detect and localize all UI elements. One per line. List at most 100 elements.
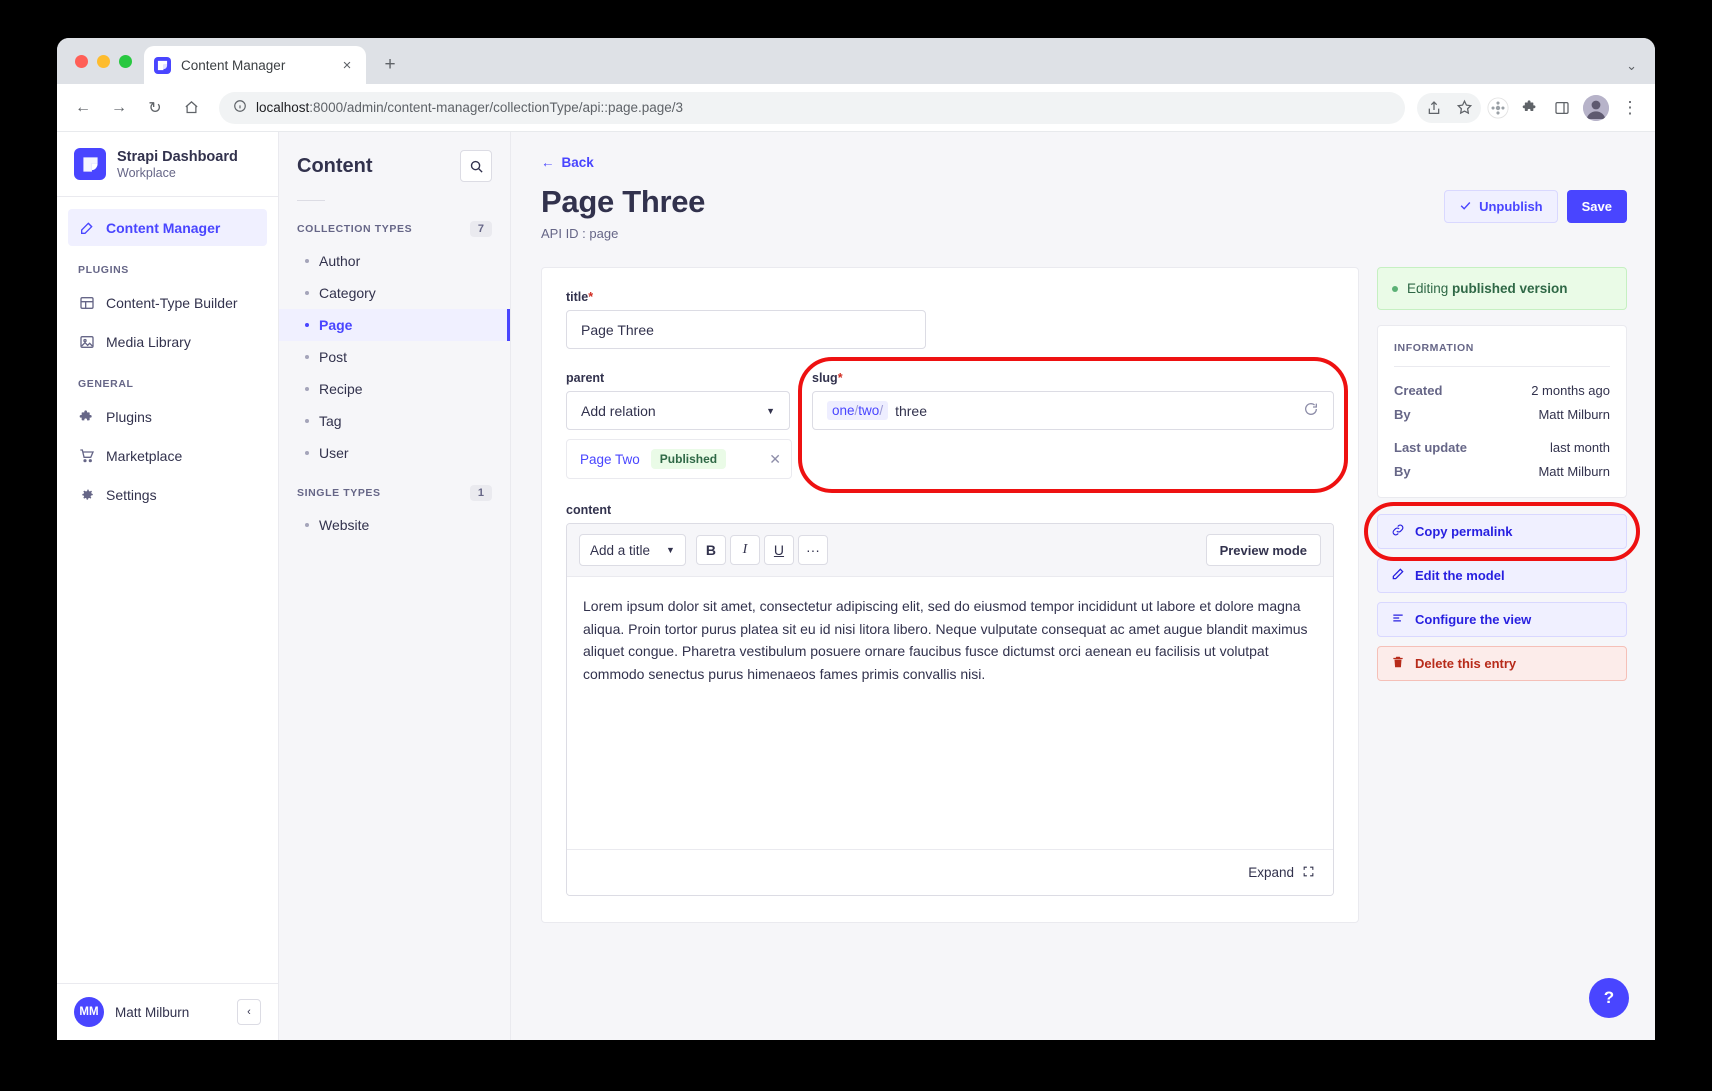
relation-chip-name[interactable]: Page Two — [580, 452, 640, 467]
header-actions: Unpublish Save — [1444, 184, 1627, 223]
list-item[interactable]: Author — [279, 245, 510, 277]
close-window-button[interactable] — [75, 54, 88, 68]
browser-toolbar: ← → ↻ localhost:8000/admin/content-manag… — [57, 84, 1655, 132]
unpublish-button-label: Unpublish — [1479, 199, 1543, 214]
chevron-down-icon: ▼ — [666, 545, 675, 555]
parent-slug-row: parent Add relation ▼ Page Two Published… — [566, 357, 1348, 493]
relation-chip[interactable]: Page Two Published ✕ — [566, 439, 792, 479]
expand-button-label[interactable]: Expand — [1248, 865, 1294, 880]
refresh-icon[interactable] — [1303, 401, 1319, 420]
collection-types-header: COLLECTION TYPES 7 — [279, 215, 510, 245]
preview-mode-button[interactable]: Preview mode — [1205, 534, 1321, 566]
list-item[interactable]: Post — [279, 341, 510, 373]
close-icon[interactable]: × — [338, 56, 356, 74]
italic-button[interactable]: I — [729, 535, 760, 565]
heading-select[interactable]: Add a title ▼ — [579, 534, 686, 566]
single-types-count: 1 — [469, 485, 492, 501]
expand-icon[interactable] — [1302, 865, 1315, 881]
sidebar-user-name: Matt Milburn — [115, 1004, 190, 1020]
list-item-label: Post — [319, 349, 348, 365]
sidebar-user[interactable]: MM Matt Milburn ‹ — [57, 983, 278, 1040]
sidebar-item-settings[interactable]: Settings — [68, 476, 267, 513]
minimize-window-button[interactable] — [97, 54, 110, 68]
parent-field-label: parent — [566, 371, 605, 385]
list-item-page[interactable]: Page — [279, 309, 510, 341]
puzzle-icon[interactable] — [1515, 93, 1545, 123]
slug-prefix-two: two — [858, 403, 880, 418]
slug-input[interactable]: one/two/ three — [812, 391, 1334, 430]
browser-menu-icon[interactable]: ⋮ — [1615, 93, 1645, 123]
version-banner-bold: published version — [1452, 281, 1568, 296]
parent-field: parent Add relation ▼ Page Two Published… — [566, 371, 792, 479]
list-item[interactable]: Recipe — [279, 373, 510, 405]
brand[interactable]: Strapi Dashboard Workplace — [57, 132, 278, 198]
share-icon[interactable] — [1419, 93, 1449, 123]
brand-name: Strapi Dashboard — [117, 149, 238, 165]
strapi-logo-icon — [154, 56, 171, 74]
list-item[interactable]: Category — [279, 277, 510, 309]
star-icon[interactable] — [1449, 93, 1479, 123]
avatar[interactable] — [1583, 94, 1609, 121]
configure-the-view-button[interactable]: Configure the view — [1377, 602, 1627, 637]
main-content: ← Back Page Three API ID : page Unpublis… — [511, 132, 1655, 1040]
info-row: Created 2 months ago — [1394, 383, 1610, 398]
more-options-button[interactable]: ··· — [797, 535, 828, 565]
single-types-label: SINGLE TYPES — [297, 487, 381, 499]
editor-toolbar: Add a title ▼ B I U ··· Preview mode — [567, 524, 1333, 577]
back-link[interactable]: ← Back — [541, 155, 594, 170]
sidebar-item-marketplace[interactable]: Marketplace — [68, 437, 267, 474]
title-input[interactable]: Page Three — [566, 310, 926, 349]
search-icon[interactable] — [460, 150, 492, 182]
save-button[interactable]: Save — [1566, 190, 1627, 223]
list-item[interactable]: Website — [279, 509, 510, 541]
help-button[interactable]: ? — [1589, 978, 1629, 1018]
browser-window: Content Manager × + ⌄ ← → ↻ localhost:80… — [57, 38, 1655, 1040]
info-value: Matt Milburn — [1538, 464, 1610, 479]
maximize-window-button[interactable] — [119, 54, 132, 68]
copy-permalink-label: Copy permalink — [1415, 524, 1513, 539]
bullet-icon — [305, 523, 309, 527]
info-row: By Matt Milburn — [1394, 407, 1610, 422]
bullet-icon — [305, 259, 309, 263]
address-bar[interactable]: localhost:8000/admin/content-manager/col… — [219, 91, 1405, 124]
unpublish-button[interactable]: Unpublish — [1444, 190, 1558, 223]
content-field: content Add a title ▼ B I U ··· Preview … — [566, 503, 1334, 896]
delete-this-entry-button[interactable]: Delete this entry — [1377, 646, 1627, 681]
status-badge: Published — [650, 449, 727, 469]
slug-field: slug* one/two/ three — [798, 357, 1348, 493]
bullet-icon — [305, 291, 309, 295]
slug-prefix-one: one — [832, 403, 855, 418]
editor-body[interactable]: Lorem ipsum dolor sit amet, consectetur … — [567, 577, 1333, 849]
sidebar-item-content-manager[interactable]: Content Manager — [68, 209, 267, 247]
window-traffic-lights — [71, 38, 144, 84]
chevron-down-icon[interactable]: ⌄ — [1626, 58, 1637, 74]
list-item[interactable]: User — [279, 437, 510, 469]
extensions-group-icon[interactable] — [1483, 93, 1513, 123]
edit-the-model-button[interactable]: Edit the model — [1377, 558, 1627, 593]
sidebar-item-label: Settings — [106, 486, 157, 503]
home-icon[interactable] — [175, 92, 207, 124]
copy-permalink-button[interactable]: Copy permalink — [1377, 514, 1627, 549]
link-icon — [1391, 523, 1405, 540]
sidebar-item-content-type-builder[interactable]: Content-Type Builder — [68, 284, 267, 321]
forward-icon[interactable]: → — [103, 92, 135, 124]
list-item[interactable]: Tag — [279, 405, 510, 437]
bold-button[interactable]: B — [695, 535, 726, 565]
sidebar-item-plugins[interactable]: Plugins — [68, 398, 267, 435]
page-title: Page Three — [541, 184, 706, 219]
sidebar-item-media-library[interactable]: Media Library — [68, 323, 267, 360]
list-item-label: Author — [319, 253, 361, 269]
information-card: INFORMATION Created 2 months ago By Matt… — [1377, 325, 1627, 498]
sidebar-item-label: Marketplace — [106, 447, 183, 464]
parent-select[interactable]: Add relation ▼ — [566, 391, 790, 430]
page-header: Page Three API ID : page Unpublish Save — [541, 184, 1627, 241]
collapse-sidebar-button[interactable]: ‹ — [237, 999, 261, 1025]
close-icon[interactable]: ✕ — [769, 451, 781, 468]
list-item-label: Page — [319, 317, 353, 333]
back-icon[interactable]: ← — [67, 92, 99, 124]
reload-icon[interactable]: ↻ — [139, 92, 171, 124]
reader-icon[interactable] — [1547, 93, 1577, 123]
browser-tab[interactable]: Content Manager × — [144, 46, 366, 84]
new-tab-button[interactable]: + — [376, 51, 404, 79]
underline-button[interactable]: U — [763, 535, 794, 565]
